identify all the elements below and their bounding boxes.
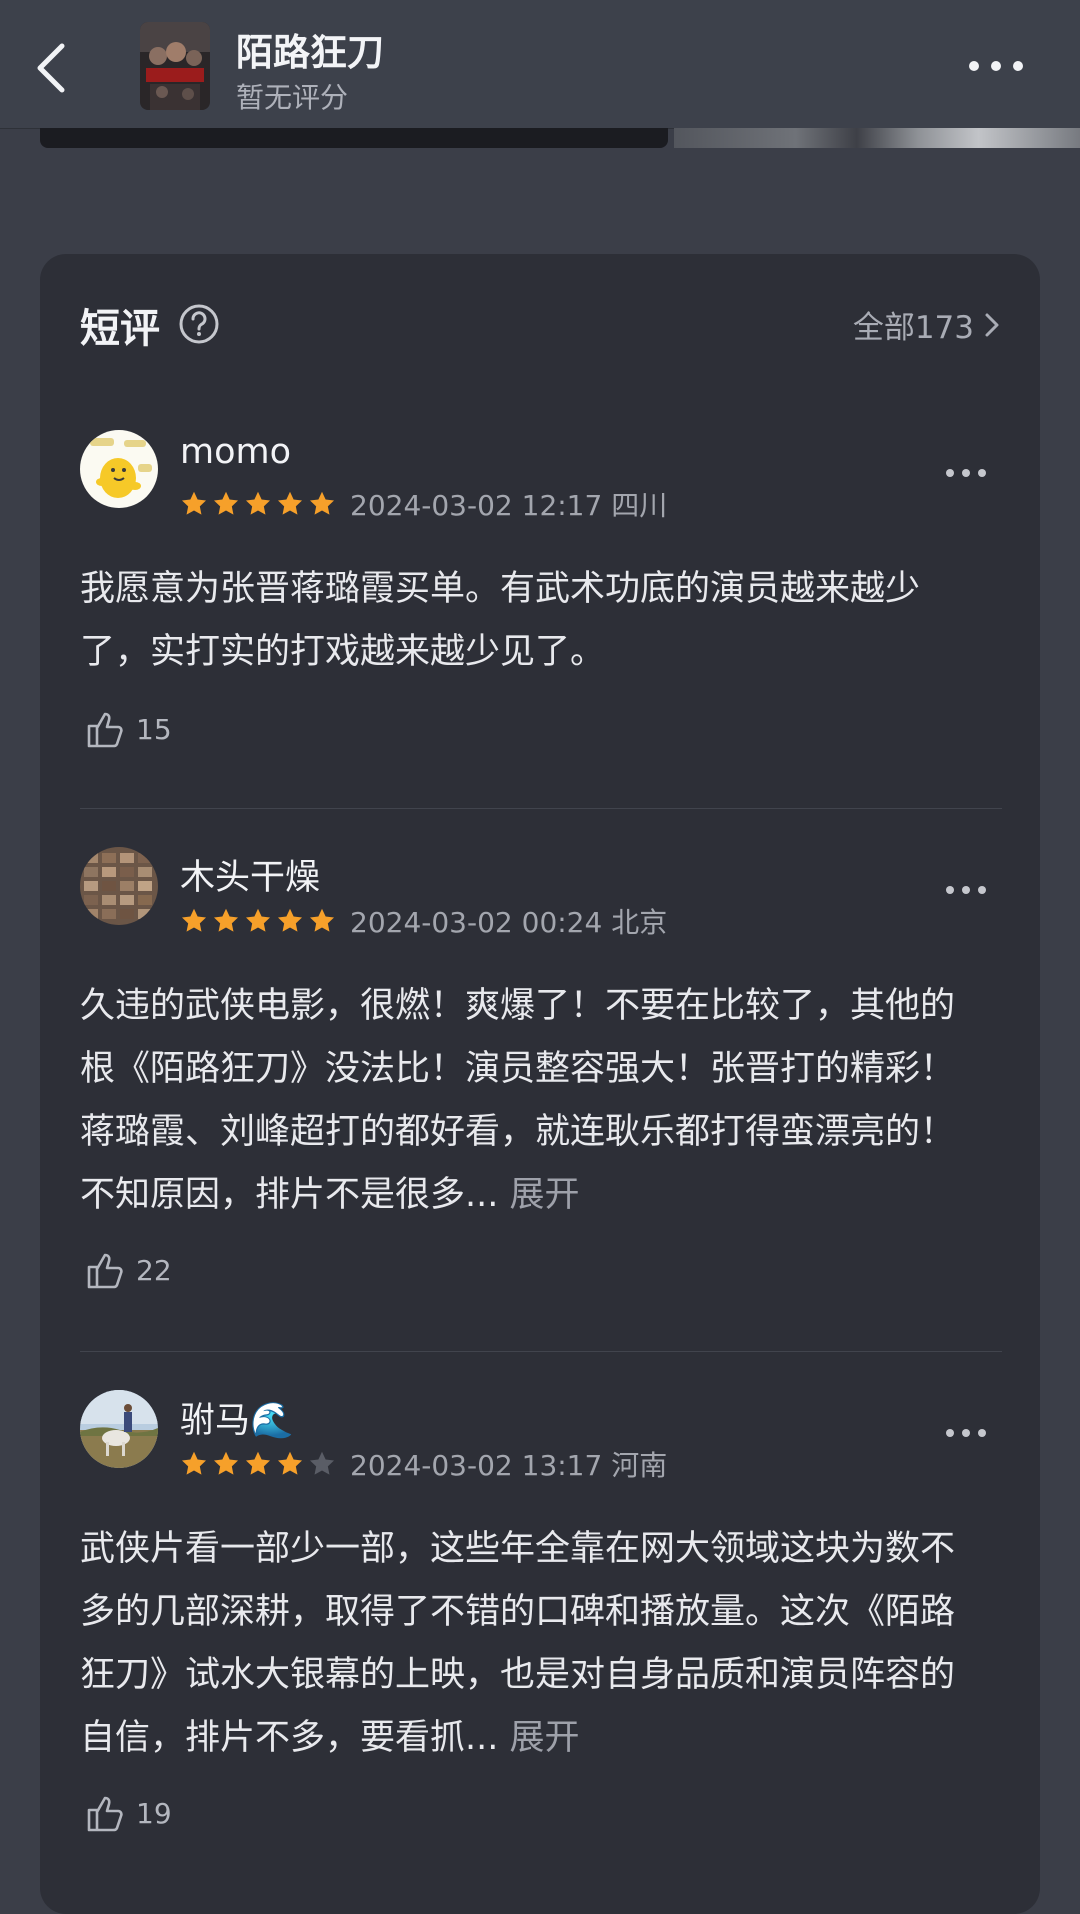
more-dots-icon bbox=[946, 469, 986, 477]
star-filled-icon bbox=[245, 908, 271, 932]
avatar[interactable] bbox=[80, 430, 158, 508]
review-time-location: 2024-03-02 13:17 河南 bbox=[350, 1449, 668, 1482]
help-icon[interactable] bbox=[178, 303, 220, 345]
more-options-button[interactable] bbox=[966, 52, 1026, 80]
star-filled-icon bbox=[181, 908, 207, 932]
review-time-location: 2024-03-02 00:24 北京 bbox=[350, 906, 668, 939]
rating-status: 暂无评分 bbox=[236, 81, 349, 114]
avatar[interactable] bbox=[80, 847, 158, 925]
review-meta: 2024-03-02 13:17 河南 bbox=[180, 1444, 667, 1484]
star-filled-icon bbox=[181, 491, 207, 515]
media-thumb[interactable] bbox=[40, 128, 668, 148]
username[interactable]: momo bbox=[180, 432, 291, 472]
like-count: 15 bbox=[136, 712, 172, 746]
review-text: 久违的武侠电影，很燃！爽爆了！不要在比较了，其他的根《陌路狂刀》没法比！演员整容… bbox=[80, 975, 980, 1227]
short-review-card: 短评 全部173 momo 2024-03-02 12:17 四川 我愿意为张晋… bbox=[40, 254, 1040, 1914]
back-button[interactable] bbox=[30, 36, 78, 100]
thumbs-up-icon bbox=[87, 1796, 123, 1832]
section-title: 短评 bbox=[80, 306, 160, 352]
star-filled-icon bbox=[213, 908, 239, 932]
chevron-left-icon bbox=[37, 43, 65, 93]
movie-poster[interactable] bbox=[140, 22, 210, 110]
avatar[interactable] bbox=[80, 1390, 158, 1468]
star-filled-icon bbox=[181, 1451, 207, 1475]
like-count: 19 bbox=[136, 1796, 172, 1830]
review-text: 我愿意为张晋蒋璐霞买单。有武术功底的演员越来越少了，实打实的打戏越来越少见了。 bbox=[80, 558, 980, 684]
thumbs-up-icon bbox=[87, 712, 123, 748]
star-filled-icon bbox=[245, 491, 271, 515]
review-meta: 2024-03-02 12:17 四川 bbox=[180, 484, 667, 524]
expand-link[interactable]: 展开 bbox=[510, 1175, 580, 1215]
username[interactable]: 驸马🌊 bbox=[180, 1392, 294, 1443]
thumbs-up-icon bbox=[87, 1253, 123, 1289]
movie-title: 陌路狂刀 bbox=[236, 31, 384, 74]
star-rating bbox=[180, 490, 336, 518]
review-meta: 2024-03-02 00:24 北京 bbox=[180, 901, 667, 941]
review-time-location: 2024-03-02 12:17 四川 bbox=[350, 489, 668, 522]
media-strip[interactable] bbox=[40, 128, 1080, 148]
star-filled-icon bbox=[309, 491, 335, 515]
star-filled-icon bbox=[277, 1451, 303, 1475]
star-filled-icon bbox=[277, 491, 303, 515]
more-dots-icon bbox=[946, 1429, 986, 1437]
star-filled-icon bbox=[245, 1451, 271, 1475]
like-button[interactable]: 22 bbox=[84, 1249, 172, 1291]
view-all-label: 全部173 bbox=[852, 310, 974, 346]
chevron-right-icon bbox=[985, 313, 999, 336]
review-more-button[interactable] bbox=[944, 1424, 988, 1437]
star-rating bbox=[180, 1450, 336, 1478]
username[interactable]: 木头干燥 bbox=[180, 849, 320, 900]
star-filled-icon bbox=[213, 1451, 239, 1475]
star-filled-icon bbox=[309, 908, 335, 932]
review-text: 武侠片看一部少一部，这些年全靠在网大领域这块为数不多的几部深耕，取得了不错的口碑… bbox=[80, 1518, 980, 1770]
like-count: 22 bbox=[136, 1253, 172, 1287]
like-button[interactable]: 19 bbox=[84, 1792, 172, 1834]
star-filled-icon bbox=[213, 491, 239, 515]
more-dots-icon bbox=[969, 61, 1023, 71]
divider bbox=[80, 1351, 1002, 1352]
divider bbox=[80, 808, 1002, 809]
media-thumb[interactable] bbox=[674, 128, 1080, 148]
star-empty-icon bbox=[309, 1451, 335, 1475]
review-body: 我愿意为张晋蒋璐霞买单。有武术功底的演员越来越少了，实打实的打戏越来越少见了。 bbox=[80, 569, 921, 672]
star-rating bbox=[180, 907, 336, 935]
like-button[interactable]: 15 bbox=[84, 708, 172, 750]
more-dots-icon bbox=[946, 886, 986, 894]
star-filled-icon bbox=[277, 908, 303, 932]
top-bar: 陌路狂刀 暂无评分 bbox=[0, 0, 1080, 129]
review-more-button[interactable] bbox=[944, 881, 988, 894]
view-all-link[interactable]: 全部173 bbox=[853, 302, 1000, 347]
expand-link[interactable]: 展开 bbox=[510, 1718, 580, 1758]
review-more-button[interactable] bbox=[944, 464, 988, 477]
